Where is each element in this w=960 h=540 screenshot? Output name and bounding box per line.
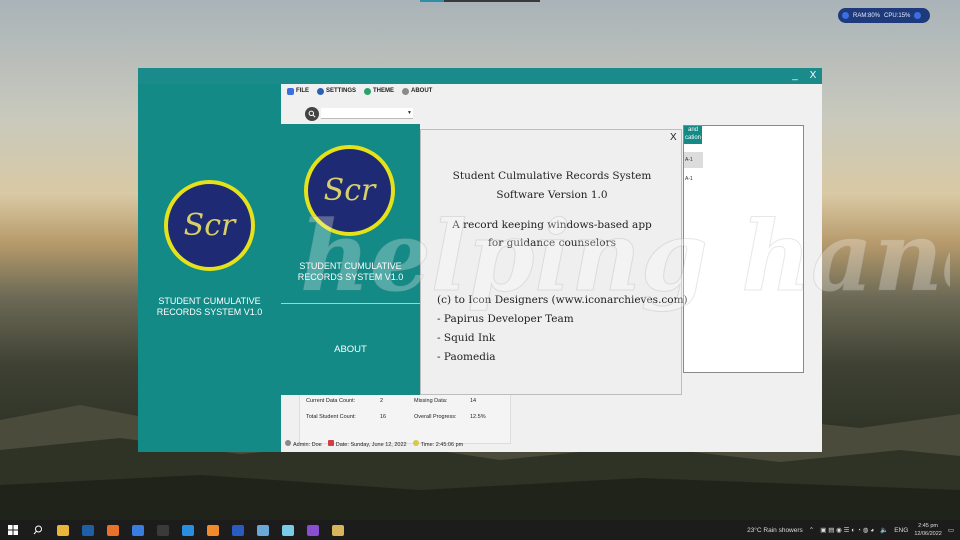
- calendar-icon: [327, 440, 334, 446]
- app-title-line2: RECORDS SYSTEM V1.0: [156, 307, 263, 317]
- performance-widget[interactable]: RAM:80% CPU:15%: [838, 8, 930, 23]
- clock-icon: [412, 440, 419, 446]
- date-label: Date:: [335, 442, 349, 448]
- missing-data-label: Missing Data:: [414, 398, 448, 404]
- mic-icon: [842, 12, 849, 19]
- notification-icon[interactable]: ▭: [948, 526, 954, 534]
- about-side-panel: Scr STUDENT CUMULATIVE RECORDS SYSTEM V1…: [281, 124, 420, 395]
- chrome-icon[interactable]: [254, 523, 272, 537]
- arrow-icon: [914, 12, 922, 19]
- about-divider: [281, 303, 420, 304]
- about-credit-line: (c) to Icon Designers (www.iconarchieves…: [437, 294, 688, 306]
- progress-label: Overall Progress:: [414, 414, 457, 420]
- about-credit-line: - Papirus Developer Team: [437, 313, 574, 325]
- file-explorer-icon[interactable]: [54, 523, 72, 537]
- records-table[interactable]: and cation A-1 A-1: [683, 125, 804, 373]
- volume-icon[interactable]: 🔈: [880, 526, 888, 534]
- vscode-icon[interactable]: [179, 523, 197, 537]
- terminal-icon[interactable]: [154, 523, 172, 537]
- about-app-name: Student Culmulative Records System: [452, 170, 652, 182]
- about-credit-line: - Paomedia: [437, 351, 496, 363]
- close-button[interactable]: X: [804, 68, 822, 84]
- tray-icons[interactable]: ▣ ▤ ◉ ☰ ◐ ◔ ◍ ◕: [820, 526, 874, 534]
- progress-value: 12.5%: [470, 414, 486, 420]
- current-count-label: Current Data Count:: [306, 398, 356, 404]
- about-credit-line: - Squid Ink: [437, 332, 496, 344]
- date-value: Sunday, June 12, 2022: [350, 442, 407, 448]
- menu-file[interactable]: FILE: [287, 87, 309, 95]
- about-close-button[interactable]: X: [670, 132, 677, 143]
- photoshop-icon[interactable]: [79, 523, 97, 537]
- search-input[interactable]: [321, 108, 413, 119]
- table-cell[interactable]: A-1: [684, 176, 703, 182]
- clock[interactable]: 2:45 pm 12/06/2022: [914, 522, 942, 538]
- about-version: Software Version 1.0: [496, 189, 608, 201]
- info-icon: [402, 87, 410, 95]
- about-dialog: X Student Culmulative Records System Sof…: [420, 129, 688, 395]
- file-icon: [287, 87, 294, 95]
- about-title-line2: RECORDS SYSTEM V1.0: [297, 272, 404, 282]
- tray-chevron-icon[interactable]: ⌃: [809, 526, 814, 534]
- weather-widget[interactable]: 23°C Rain showers: [747, 527, 803, 534]
- menu-file-label: FILE: [296, 88, 309, 94]
- scr-app-icon[interactable]: [329, 523, 347, 537]
- time-value: 2:45:06 pm: [435, 442, 464, 448]
- thunderbird-icon[interactable]: [129, 523, 147, 537]
- search-icon[interactable]: [29, 523, 47, 537]
- stats-panel: Current Data Count: 2 Missing Data: 14 T…: [299, 394, 511, 444]
- admin-icon: [285, 440, 291, 446]
- minimize-button[interactable]: _: [786, 68, 804, 84]
- about-title-line1: STUDENT CUMULATIVE: [299, 261, 402, 271]
- visual-studio-icon[interactable]: [304, 523, 322, 537]
- missing-data-value: 14: [470, 398, 477, 404]
- search-icon[interactable]: [305, 107, 319, 121]
- language-indicator[interactable]: ENG: [894, 527, 908, 534]
- menu-about-label: ABOUT: [411, 88, 433, 94]
- menu-theme[interactable]: THEME: [364, 87, 395, 95]
- table-column-header[interactable]: and cation: [684, 126, 702, 144]
- palette-icon: [364, 87, 372, 95]
- table-cell[interactable]: A-1: [684, 152, 703, 168]
- top-screen-bar: [420, 0, 540, 2]
- gear-icon: [317, 87, 324, 95]
- menu-settings[interactable]: SETTINGS: [317, 87, 357, 95]
- about-nav-button[interactable]: ABOUT: [281, 344, 420, 355]
- about-logo: Scr: [304, 145, 395, 236]
- menu-bar: FILE SETTINGS THEME ABOUT: [281, 84, 432, 98]
- about-desc-line2: for guidance counselors: [488, 237, 616, 249]
- word-icon[interactable]: [229, 523, 247, 537]
- clock-time: 2:45 pm: [918, 523, 939, 529]
- total-count-value: 16: [380, 414, 387, 420]
- ram-readout: RAM:80%: [853, 12, 881, 19]
- about-desc-line1: A record keeping windows-based app: [452, 219, 652, 231]
- title-bar: _ X: [138, 68, 822, 84]
- menu-settings-label: SETTINGS: [326, 88, 357, 94]
- status-bar: Admin: Doe Date: Sunday, June 12, 2022 T…: [285, 440, 463, 448]
- notes-icon[interactable]: [279, 523, 297, 537]
- current-count-value: 2: [380, 398, 384, 404]
- firefox-icon[interactable]: [104, 523, 122, 537]
- system-tray: 23°C Rain showers ⌃ ▣ ▤ ◉ ☰ ◐ ◔ ◍ ◕ 🔈 EN…: [747, 520, 960, 540]
- app-title-line1: STUDENT CUMULATIVE: [158, 296, 261, 306]
- time-label: Time:: [420, 442, 435, 448]
- clock-date: 12/06/2022: [914, 531, 942, 537]
- app-logo: Scr: [164, 180, 255, 271]
- chevron-down-icon[interactable]: ▼: [407, 110, 412, 116]
- menu-theme-label: THEME: [373, 88, 395, 94]
- taskbar: 23°C Rain showers ⌃ ▣ ▤ ◉ ☰ ◐ ◔ ◍ ◕ 🔈 EN…: [0, 520, 960, 540]
- side-panel: Scr STUDENT CUMULATIVE RECORDS SYSTEM V1…: [138, 84, 281, 452]
- cpu-readout: CPU:15%: [884, 12, 911, 19]
- xampp-icon[interactable]: [204, 523, 222, 537]
- admin-label: Admin:: [293, 442, 311, 448]
- total-count-label: Total Student Count:: [306, 414, 356, 420]
- admin-value: Doe: [311, 442, 322, 448]
- menu-about[interactable]: ABOUT: [402, 87, 433, 95]
- windows-start-button[interactable]: [4, 523, 22, 537]
